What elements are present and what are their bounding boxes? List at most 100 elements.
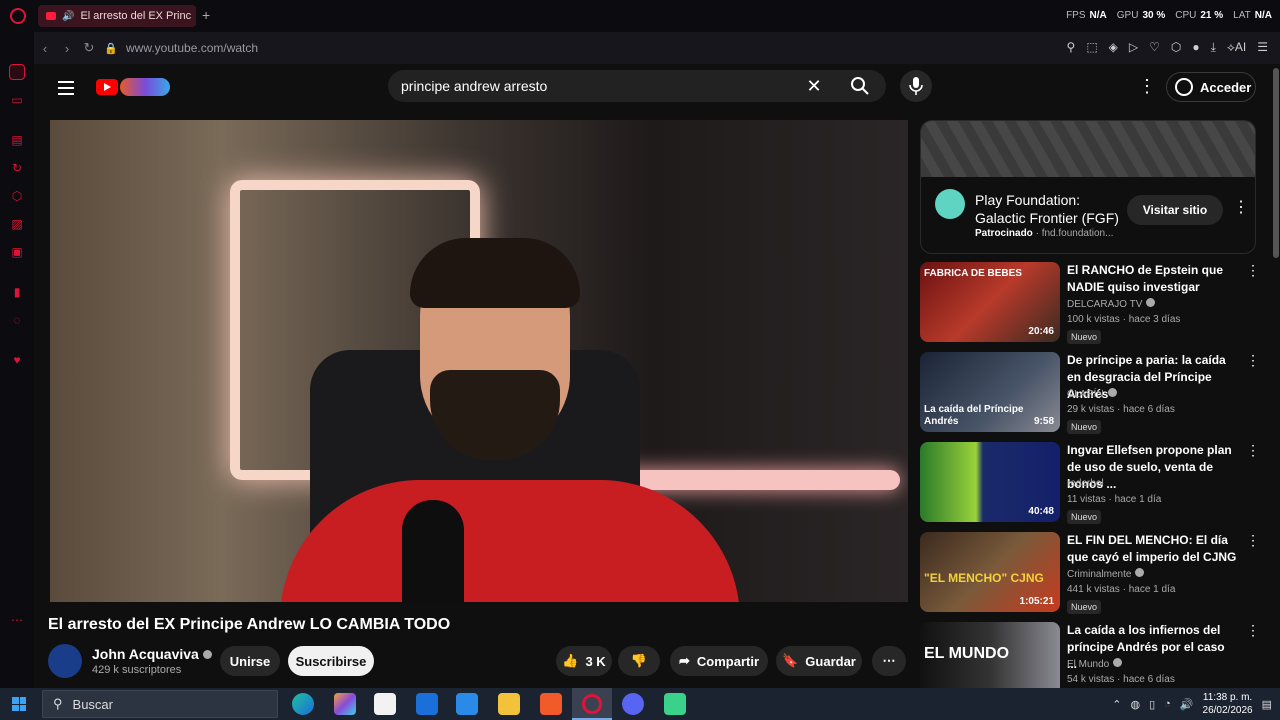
gx-cleaner-icon[interactable]: ▤	[9, 132, 25, 148]
video-thumbnail[interactable]: 40:48	[920, 442, 1060, 522]
url-field[interactable]: www.youtube.com/watch	[126, 41, 258, 55]
twitch-icon[interactable]: ▮	[9, 284, 25, 300]
visit-site-button[interactable]: Visitar sitio	[1127, 195, 1223, 225]
share-button[interactable]: ➦ Compartir	[670, 646, 768, 676]
rec-title[interactable]: El RANCHO de Epstein que NADIE quiso inv…	[1067, 262, 1237, 296]
extensions-toolbar: ⚲ ⬚ ◈ ▷ ♡ ⬡ ● ⤓ ⟡AI ☰	[1067, 40, 1268, 55]
thumbs-up-icon: 👍	[562, 653, 579, 668]
video-player[interactable]	[50, 120, 908, 602]
tray-chevron-icon[interactable]: ⌃	[1112, 698, 1121, 711]
channel-name-link[interactable]: John Acquaviva	[92, 646, 212, 662]
list-item[interactable]: "EL MENCHO" CJNG 1:05:21 EL FIN DEL MENC…	[920, 532, 1260, 614]
whatsapp-icon[interactable]: ◌	[9, 312, 25, 328]
scrollbar-thumb[interactable]	[1273, 68, 1279, 258]
rec-title[interactable]: EL FIN DEL MENCHO: El día que cayó el im…	[1067, 532, 1237, 566]
network-icon[interactable]: ◔	[1164, 698, 1171, 710]
settings-icon[interactable]: ⋯	[9, 612, 25, 628]
youtube-logo[interactable]	[96, 78, 170, 96]
tray-app-icon[interactable]: ◍	[1131, 698, 1141, 711]
list-item[interactable]: 40:48 Ingvar Ellefsen propone plan de us…	[920, 442, 1260, 524]
guide-menu-icon[interactable]	[58, 81, 74, 99]
video-thumbnail[interactable]: "EL MENCHO" CJNG 1:05:21	[920, 532, 1060, 612]
copilot-icon[interactable]	[334, 693, 356, 715]
heart-icon[interactable]: ♡	[1149, 40, 1160, 55]
extensions-sidebar-icon[interactable]: ⬡	[9, 188, 25, 204]
search-box[interactable]: principe andrew arresto ✕	[388, 70, 886, 102]
snapshot-icon[interactable]: ⬚	[1086, 40, 1097, 55]
store-icon[interactable]	[374, 693, 396, 715]
ad-banner-image[interactable]	[921, 121, 1255, 177]
play-icon[interactable]: ▷	[1129, 40, 1138, 55]
lock-icon[interactable]: 🔒	[100, 42, 122, 55]
gpu-stat: GPU 30 %	[1116, 10, 1166, 21]
like-button[interactable]: 👍 3 K	[556, 646, 612, 676]
rec-kebab-icon[interactable]: ⋮	[1246, 622, 1260, 639]
speaker-icon[interactable]: 🔊	[62, 11, 74, 22]
history-icon[interactable]: ↻	[9, 160, 25, 176]
youtube-doodle-icon	[120, 78, 170, 96]
pin-icon[interactable]: ⚲	[1067, 40, 1076, 55]
forward-icon[interactable]: ›	[56, 41, 78, 56]
search-icon[interactable]	[834, 70, 886, 102]
ad-kebab-icon[interactable]: ⋮	[1233, 197, 1249, 217]
save-button[interactable]: 🔖 Guardar	[776, 646, 862, 676]
opera-gx-taskbar-button[interactable]	[572, 688, 612, 720]
ad-meta: Patrocinado · fnd.foundation...	[975, 228, 1114, 239]
rec-kebab-icon[interactable]: ⋮	[1246, 442, 1260, 459]
ad-title[interactable]: Play Foundation: Galactic Frontier (FGF)	[975, 191, 1125, 227]
video-thumbnail[interactable]: FABRICA DE BEBES 20:46	[920, 262, 1060, 342]
rec-kebab-icon[interactable]: ⋮	[1246, 352, 1260, 369]
ai-button[interactable]: ⟡AI	[1227, 40, 1246, 55]
subscribe-button[interactable]: Suscribirse	[288, 646, 374, 676]
volume-icon[interactable]: 🔊	[1180, 698, 1194, 711]
discord-icon[interactable]	[622, 693, 644, 715]
profile-icon[interactable]: ●	[1192, 40, 1199, 55]
list-item[interactable]: La caída del Príncipe Andrés 9:58 De prí…	[920, 352, 1260, 434]
list-item[interactable]: EL MUNDO La caída a los infiernos del pr…	[920, 622, 1260, 688]
favorites-heart-icon[interactable]: ♥	[9, 352, 25, 368]
video-thumbnail[interactable]: La caída del Príncipe Andrés 9:58	[920, 352, 1060, 432]
notifications-icon[interactable]: ▤	[1262, 698, 1272, 711]
page-scrollbar[interactable]	[1272, 64, 1280, 688]
rec-kebab-icon[interactable]: ⋮	[1246, 262, 1260, 279]
player-icon[interactable]: ▣	[9, 244, 25, 260]
home-icon[interactable]	[9, 64, 25, 80]
join-button[interactable]: Unirse	[220, 646, 280, 676]
clear-search-icon[interactable]: ✕	[794, 76, 834, 97]
opera-gx-logo-icon[interactable]	[10, 8, 26, 24]
gx-control-icon[interactable]: ▭	[9, 92, 25, 108]
shield-icon[interactable]: ◈	[1109, 40, 1118, 55]
battery-icon[interactable]: ▯	[1149, 698, 1155, 711]
back-icon[interactable]: ‹	[34, 41, 56, 56]
brave-icon[interactable]	[540, 693, 562, 715]
dislike-button[interactable]: 👎	[618, 646, 660, 676]
signin-button[interactable]: Acceder	[1166, 72, 1256, 102]
sponsored-ad-card[interactable]: Play Foundation: Galactic Frontier (FGF)…	[920, 120, 1256, 254]
search-input[interactable]: principe andrew arresto	[401, 78, 794, 94]
video-microphone	[402, 500, 464, 602]
file-explorer-icon[interactable]	[498, 693, 520, 715]
rec-kebab-icon[interactable]: ⋮	[1246, 532, 1260, 549]
browser-tab-active[interactable]: 🔊 El arresto del EX Princ	[38, 5, 196, 27]
edge-icon[interactable]	[292, 693, 314, 715]
share-icon: ➦	[678, 653, 690, 668]
windows-start-icon[interactable]	[12, 697, 26, 711]
menu-icon[interactable]: ☰	[1257, 40, 1268, 55]
chat-app-icon[interactable]	[664, 693, 686, 715]
video-thumbnail[interactable]: EL MUNDO	[920, 622, 1060, 688]
search-icon: ⚲	[53, 696, 63, 711]
taskbar-clock[interactable]: 11:38 p. m. 26/02/2026	[1203, 691, 1253, 717]
outlook-icon[interactable]	[416, 693, 438, 715]
list-item[interactable]: FABRICA DE BEBES 20:46 El RANCHO de Epst…	[920, 262, 1260, 344]
more-actions-button[interactable]: ⋯	[872, 646, 906, 676]
word-icon[interactable]	[456, 693, 478, 715]
reload-icon[interactable]: ↻	[78, 40, 100, 56]
microphone-icon[interactable]	[900, 70, 932, 102]
taskbar-search[interactable]: ⚲ Buscar	[42, 690, 278, 718]
settings-kebab-icon[interactable]: ⋮	[1138, 76, 1156, 97]
new-tab-button[interactable]: +	[202, 7, 210, 23]
download-icon[interactable]: ⤓	[1211, 40, 1216, 55]
channel-avatar[interactable]	[48, 644, 82, 678]
extensions-icon[interactable]: ⬡	[1171, 40, 1181, 55]
gx-corner-icon[interactable]: ▨	[9, 216, 25, 232]
